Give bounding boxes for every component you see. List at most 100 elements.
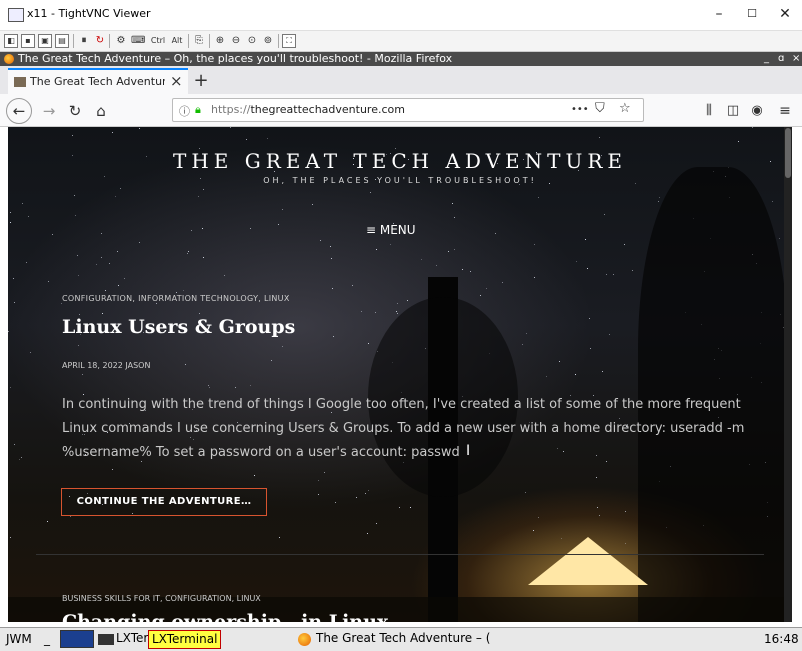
tab-close-icon[interactable]: × — [170, 72, 183, 90]
info-icon[interactable]: ⓘ — [179, 103, 190, 119]
taskbar-item-label: LXTer — [116, 631, 149, 645]
star-dot — [139, 242, 140, 243]
star-dot — [604, 214, 605, 215]
star-dot — [365, 493, 366, 494]
ff-close-icon[interactable]: × — [792, 52, 800, 66]
ff-restore-icon[interactable]: ɑ — [778, 52, 784, 66]
keyboard-icon[interactable]: ⌨ — [131, 34, 145, 48]
star-dot — [596, 477, 597, 478]
lock-icon[interactable]: 🔒︎ — [195, 103, 201, 117]
star-dot — [282, 209, 283, 210]
post-title[interactable]: Linux Users & Groups — [62, 316, 295, 338]
maximize-button[interactable]: ☐ — [738, 3, 766, 25]
refresh-icon[interactable]: ↻ — [93, 34, 107, 48]
save-icon[interactable]: ▪ — [21, 34, 35, 48]
star-dot — [599, 515, 600, 516]
new-connection-icon[interactable]: ◧ — [4, 34, 18, 48]
star-dot — [502, 282, 503, 283]
pause-icon[interactable]: ⏸ — [77, 34, 91, 48]
url-protocol: https:// — [211, 103, 251, 116]
star-dot — [191, 230, 192, 231]
site-title[interactable]: THE GREAT TECH ADVENTURE — [8, 149, 792, 173]
star-dot — [267, 138, 268, 139]
pocket-icon[interactable]: ⛉ — [595, 101, 605, 116]
back-icon[interactable]: ← — [6, 98, 32, 124]
star-dot — [78, 275, 79, 276]
zoom-100-icon[interactable]: ⊙ — [245, 34, 259, 48]
star-dot — [199, 313, 200, 314]
ctrl-key-button[interactable]: Ctrl — [148, 34, 168, 48]
zoom-in-icon[interactable]: ⊕ — [213, 34, 227, 48]
post-divider — [36, 554, 764, 555]
star-dot — [202, 228, 203, 229]
star-dot — [470, 271, 471, 272]
star-dot — [26, 262, 27, 263]
taskbar-item-firefox[interactable]: The Great Tech Adventure – ( — [294, 630, 684, 649]
ctrl-alt-del-icon[interactable]: ⚙ — [113, 34, 129, 48]
hamburger-menu-icon[interactable]: ≡ — [774, 100, 796, 122]
zoom-out-icon[interactable]: ⊖ — [229, 34, 243, 48]
sidebar-icon[interactable]: ◫ — [722, 100, 744, 122]
tab-active[interactable]: The Great Tech Adventure × — [8, 68, 188, 94]
star-dot — [376, 249, 377, 250]
taskbar-item-label: The Great Tech Adventure – ( — [316, 631, 491, 645]
url-bar[interactable]: ⓘ 🔒︎ https://thegreattechadventure.com •… — [172, 98, 644, 122]
star-dot — [397, 313, 398, 314]
star-dot — [332, 288, 333, 289]
fullscreen-icon[interactable]: ⛶ — [282, 34, 296, 48]
star-dot — [534, 277, 535, 278]
ff-minimize-icon[interactable]: _ — [764, 52, 769, 66]
star-dot — [96, 264, 97, 265]
home-icon[interactable]: ⌂ — [90, 100, 112, 122]
clipboard-icon[interactable]: ⎘ — [192, 34, 206, 48]
forward-icon[interactable]: → — [38, 100, 60, 122]
star-dot — [176, 292, 177, 293]
reload-icon[interactable]: ↻ — [64, 100, 86, 122]
new-tab-button[interactable]: + — [190, 70, 212, 92]
alt-key-button[interactable]: Alt — [169, 34, 185, 48]
bookmark-star-icon[interactable]: ☆ — [619, 101, 631, 116]
library-icon[interactable]: ⫼ — [698, 100, 720, 122]
star-dot — [526, 333, 527, 334]
post-title[interactable]: Changing ownership...in Linux — [62, 611, 388, 622]
account-icon[interactable]: ◉ — [746, 100, 768, 122]
page-actions-icon[interactable]: ••• — [571, 104, 589, 115]
star-dot — [599, 137, 600, 138]
minimize-button[interactable]: – — [705, 3, 733, 25]
scrollbar[interactable] — [784, 127, 792, 622]
star-dot — [399, 507, 400, 508]
star-dot — [421, 259, 422, 260]
post-categories[interactable]: BUSINESS SKILLS FOR IT, CONFIGURATION, L… — [62, 594, 261, 603]
vnc-title-bar: x11 - TightVNC Viewer – ☐ ✕ — [0, 0, 802, 31]
star-dot — [14, 444, 15, 445]
star-dot — [115, 196, 116, 197]
star-dot — [105, 290, 106, 291]
post-meta[interactable]: APRIL 18, 2022 JASON — [62, 361, 150, 370]
continue-button[interactable]: CONTINUE THE ADVENTURE… — [61, 488, 267, 516]
star-dot — [8, 331, 9, 332]
options-icon[interactable]: ▣ — [38, 34, 52, 48]
star-dot — [279, 537, 280, 538]
menu-toggle[interactable]: ≡ MENU — [366, 223, 416, 237]
star-dot — [752, 127, 753, 128]
wm-menu-button[interactable]: JWM — [6, 631, 32, 648]
star-dot — [546, 376, 547, 377]
star-dot — [318, 494, 319, 495]
star-dot — [356, 497, 357, 498]
star-dot — [185, 364, 186, 365]
toolbar-separator — [109, 34, 110, 48]
star-dot — [538, 517, 539, 518]
url-text[interactable]: https://thegreattechadventure.com — [211, 103, 405, 116]
star-dot — [597, 507, 598, 508]
scrollbar-thumb[interactable] — [785, 128, 791, 178]
close-button[interactable]: ✕ — [771, 3, 799, 25]
info-icon[interactable]: ▤ — [55, 34, 69, 48]
star-dot — [10, 387, 11, 388]
star-dot — [397, 303, 398, 304]
post-categories[interactable]: CONFIGURATION, INFORMATION TECHNOLOGY, L… — [62, 294, 290, 303]
workspace-pager[interactable] — [60, 630, 94, 648]
zoom-fit-icon[interactable]: ⊚ — [261, 34, 275, 48]
star-dot — [208, 385, 209, 386]
star-dot — [534, 244, 535, 245]
taskbar-item-lxterminal[interactable]: LXTer LXTerminal — [96, 630, 286, 649]
